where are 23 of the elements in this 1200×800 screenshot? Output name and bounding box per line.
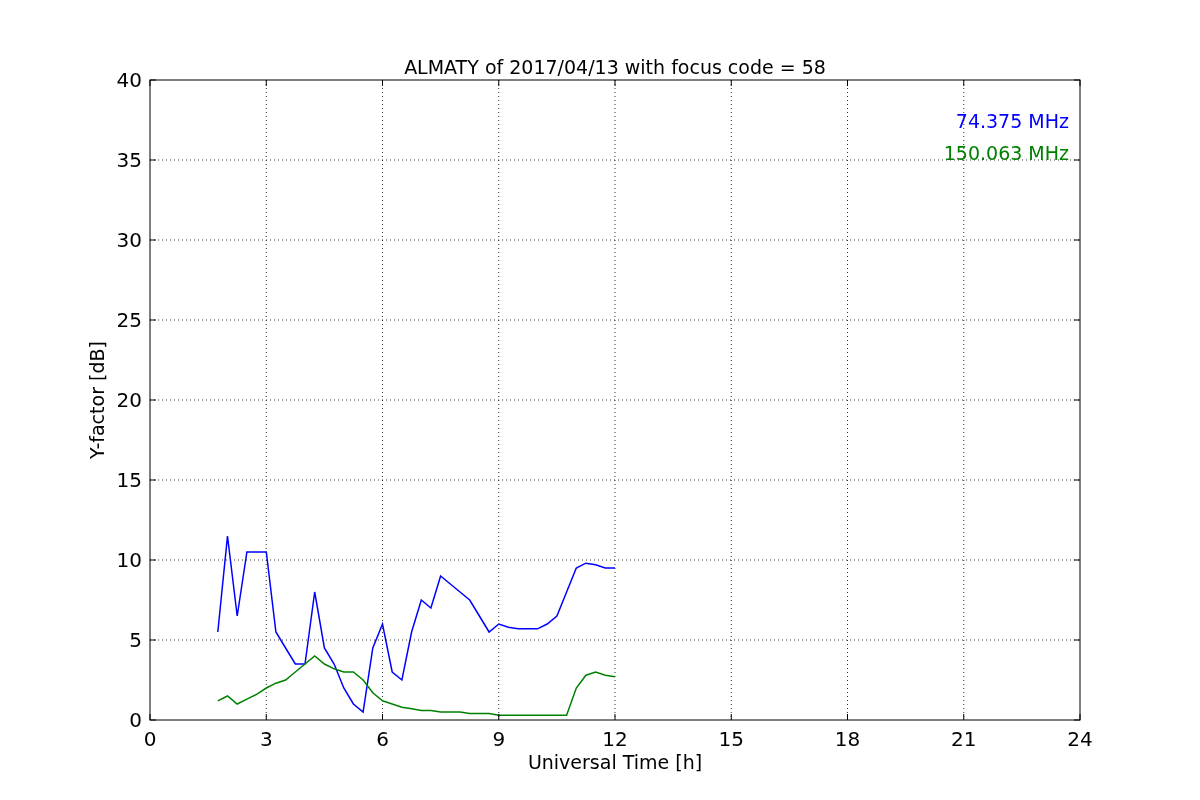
x-tick-label: 21 [951, 727, 977, 751]
y-tick-label: 25 [116, 308, 142, 332]
x-tick-label: 3 [259, 727, 273, 751]
y-tick-label: 0 [129, 708, 142, 732]
y-tick-label: 35 [116, 148, 142, 172]
x-tick-label: 0 [143, 727, 157, 751]
y-tick-label: 40 [116, 68, 142, 92]
y-axis-label: Y-factor [dB] [86, 341, 108, 459]
y-tick-label: 5 [129, 628, 142, 652]
x-tick-label: 6 [376, 727, 389, 751]
legend-label: 74.375 MHz [955, 110, 1069, 132]
y-tick-label: 10 [116, 548, 142, 572]
x-tick-label: 24 [1067, 727, 1093, 751]
y-tick-label: 15 [116, 468, 142, 492]
x-tick-label: 9 [492, 727, 506, 751]
chart-title: ALMATY of 2017/04/13 with focus code = 58 [404, 56, 826, 78]
x-tick-label: 12 [602, 727, 628, 751]
x-axis-label: Universal Time [h] [527, 751, 703, 773]
legend-label: 150.063 MHz [943, 142, 1069, 164]
y-tick-label: 30 [116, 228, 142, 252]
x-tick-label: 15 [718, 727, 744, 751]
y-tick-label: 20 [116, 388, 142, 412]
x-tick-label: 18 [834, 727, 861, 751]
